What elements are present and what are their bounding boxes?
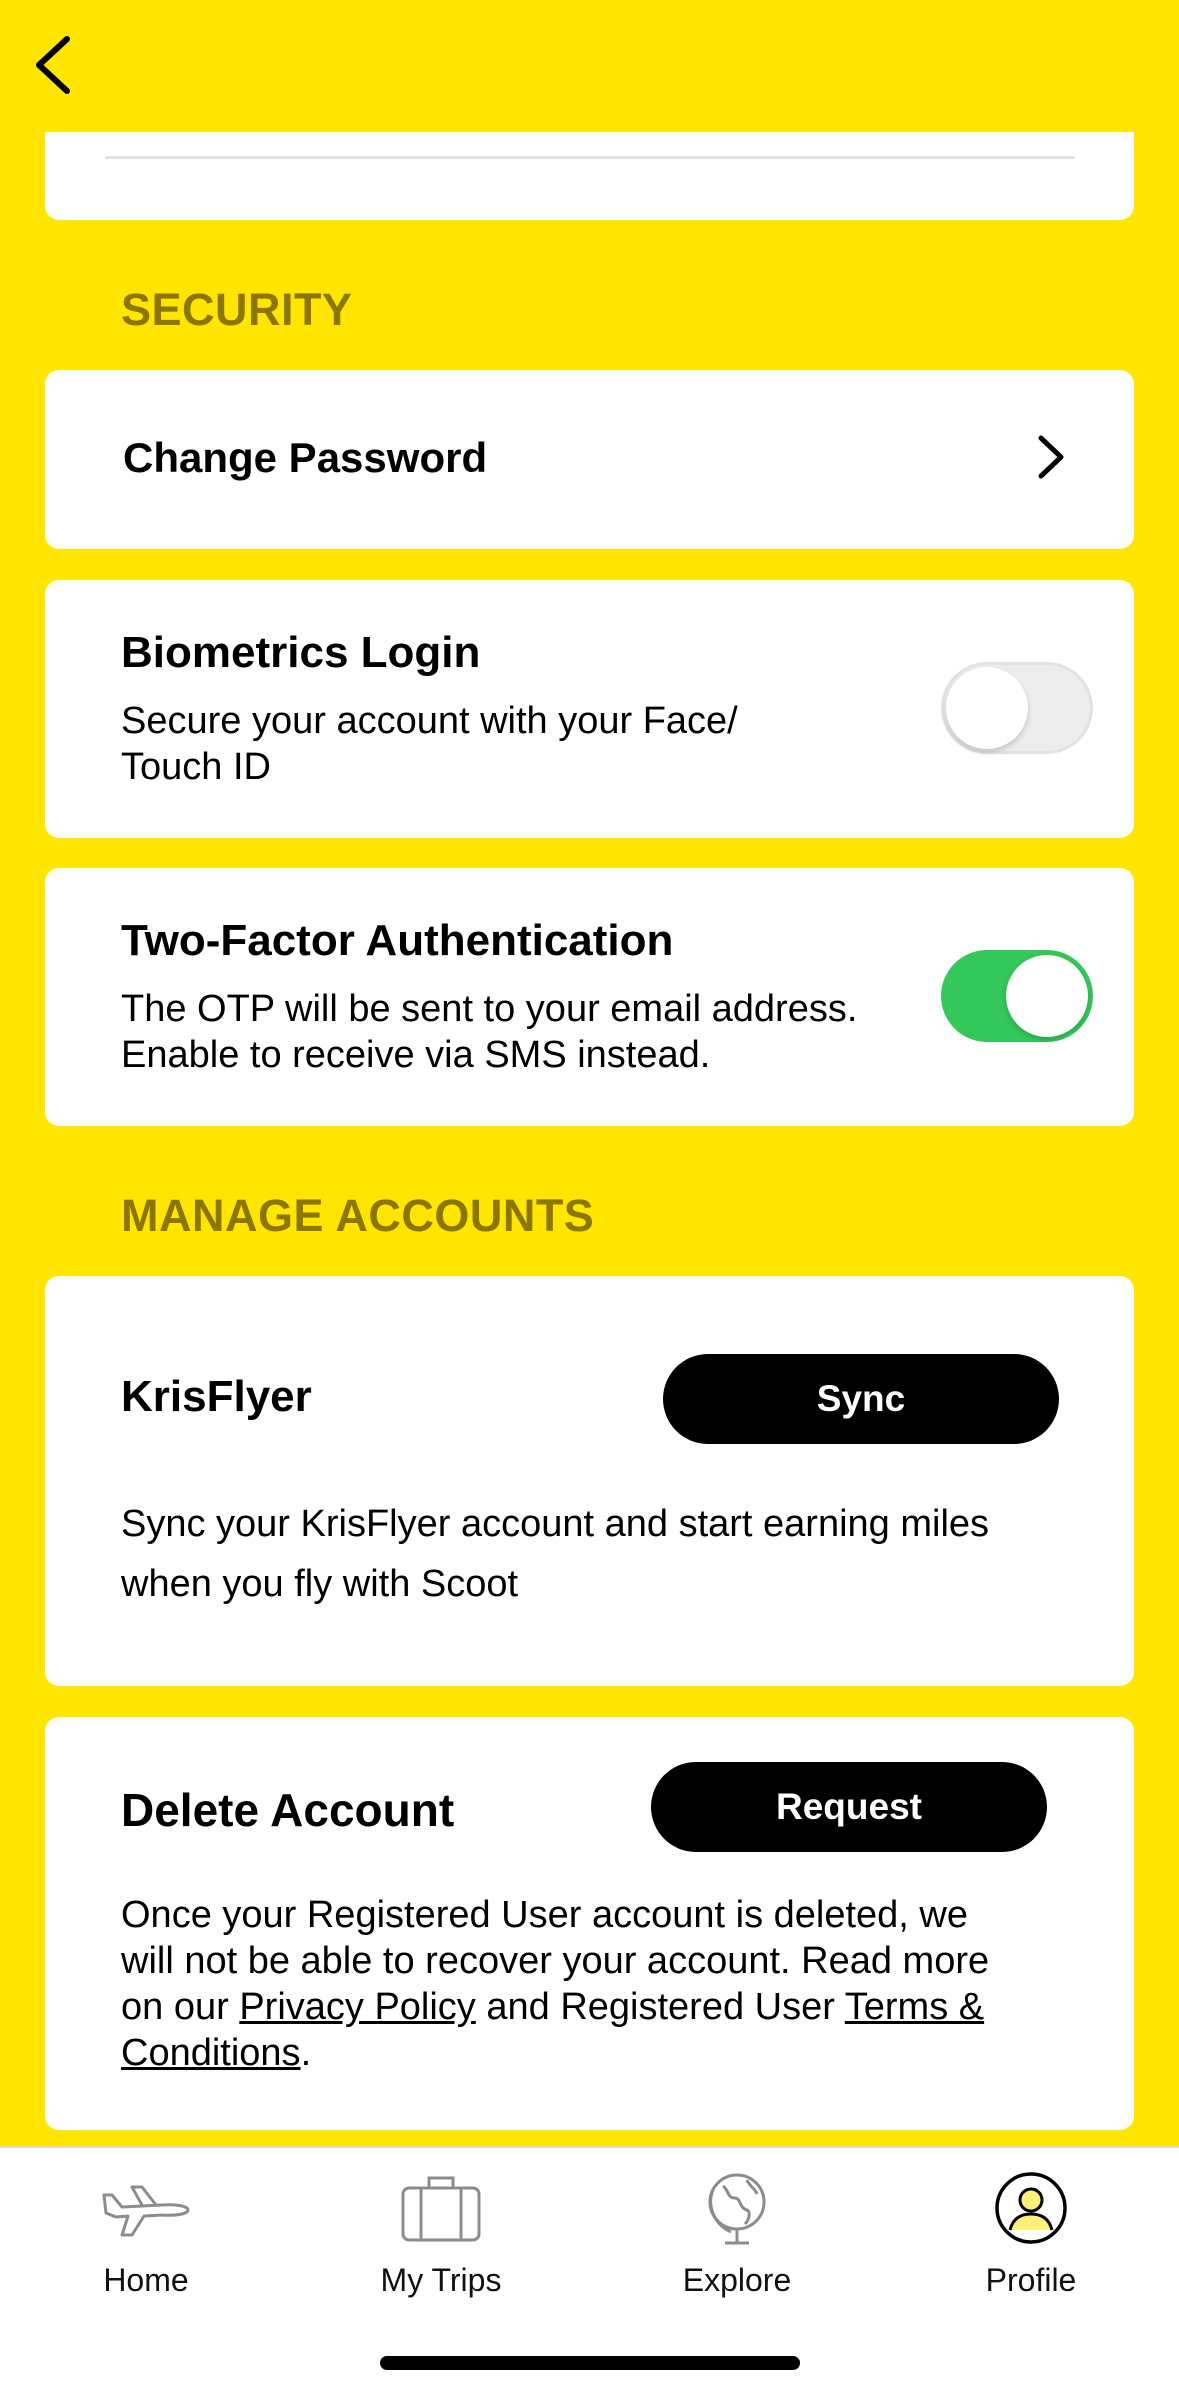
chevron-right-icon [1038,435,1064,479]
description-prefix: on our [121,1986,240,2028]
nav-item-home[interactable]: Home [46,2168,246,2328]
krisflyer-description-line1: Sync your KrisFlyer account and start ea… [121,1503,990,1545]
sync-button[interactable]: Sync [663,1354,1059,1444]
two-factor-title: Two-Factor Authentication [121,916,674,965]
two-factor-card: Two-Factor Authentication The OTP will b… [45,868,1134,1126]
nav-label-explore: Explore [682,2262,792,2298]
request-button[interactable]: Request [651,1762,1047,1852]
terms-link-part2[interactable]: Conditions [121,2032,301,2074]
change-password-row[interactable]: Change Password [45,370,1134,549]
krisflyer-title: KrisFlyer [121,1372,312,1421]
airplane-icon [102,2185,190,2237]
krisflyer-description-line2: when you fly with Scoot [121,1563,519,1605]
krisflyer-card: KrisFlyer Sync Sync your KrisFlyer accou… [45,1276,1134,1686]
suitcase-icon [401,2176,481,2242]
two-factor-description-line1: The OTP will be sent to your email addre… [121,988,858,1030]
security-section-label: SECURITY [121,284,353,335]
chevron-left-icon [36,36,70,94]
toggle-knob [946,667,1028,749]
nav-item-profile[interactable]: Profile [931,2168,1131,2328]
divider [105,156,1075,159]
description-middle: and Registered User [475,1986,845,2028]
delete-account-description-line4: Conditions. [121,2030,311,2076]
delete-account-description-line2: will not be able to recover your account… [121,1940,990,1982]
two-factor-toggle[interactable] [941,950,1093,1042]
delete-account-card: Delete Account Request Once your Registe… [45,1717,1134,2130]
delete-account-description-line1: Once your Registered User account is del… [121,1894,968,1936]
nav-item-explore[interactable]: Explore [637,2168,837,2328]
delete-account-title: Delete Account [121,1784,455,1836]
nav-label-profile: Profile [985,2262,1077,2298]
profile-icon [995,2172,1067,2244]
terms-link-part1[interactable]: Terms & [845,1986,984,2028]
nav-item-my-trips[interactable]: My Trips [341,2168,541,2328]
two-factor-description-line2: Enable to receive via SMS instead. [121,1034,711,1076]
nav-label-my-trips: My Trips [380,2262,502,2298]
home-indicator [380,2356,800,2370]
privacy-policy-link[interactable]: Privacy Policy [239,1986,476,2028]
description-suffix: . [300,2032,312,2074]
toggle-knob [1006,955,1088,1037]
biometrics-login-description-line2: Touch ID [121,746,271,788]
nav-label-home: Home [103,2262,189,2298]
biometrics-login-description-line1: Secure your account with your Face/ [121,700,738,742]
change-password-label: Change Password [123,434,488,481]
delete-account-description-line3: on our Privacy Policy and Registered Use… [121,1984,984,2030]
manage-accounts-section-label: MANAGE ACCOUNTS [121,1190,595,1241]
biometrics-login-title: Biometrics Login [121,628,481,677]
globe-icon [708,2173,766,2245]
biometrics-login-toggle[interactable] [941,662,1093,754]
biometrics-login-card: Biometrics Login Secure your account wit… [45,580,1134,838]
back-button[interactable] [18,30,88,100]
previous-card [45,132,1134,220]
